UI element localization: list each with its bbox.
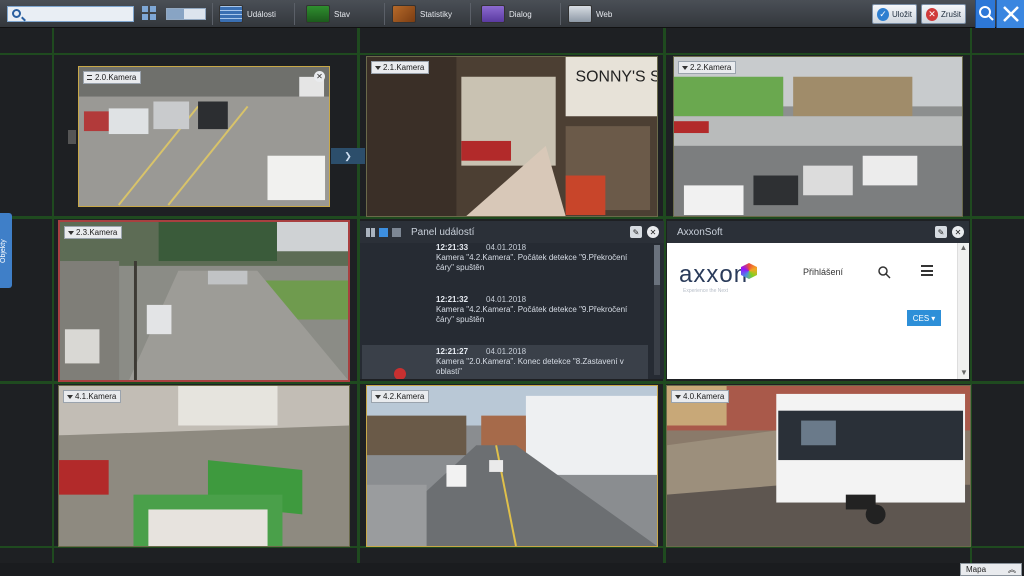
camera-label[interactable]: 4.0.Kamera: [671, 390, 730, 403]
web-icon: [568, 5, 592, 23]
dialog-button-label: Dialog: [509, 9, 532, 19]
list-view-icon[interactable]: [379, 227, 388, 237]
web-page-view[interactable]: axxon Experience the Next Přihlášení CES…: [667, 243, 969, 379]
camera-tile-4-1[interactable]: 4.1.Kamera: [58, 385, 350, 547]
events-panel-title: Panel událostí: [411, 226, 475, 238]
camera-tile-4-2[interactable]: 4.2.Kamera: [366, 385, 658, 547]
camera-label[interactable]: 2.3.Kamera: [64, 226, 123, 239]
statistics-button-label: Statistiky: [420, 9, 453, 19]
search-icon: [12, 9, 21, 18]
event-item[interactable]: 12:21:32 04.01.2018 Kamera "4.2.Kamera". …: [436, 295, 646, 325]
statistics-icon: [392, 5, 416, 23]
status-button[interactable]: Stav: [306, 4, 350, 24]
close-panel-icon[interactable]: ✕: [952, 226, 964, 238]
camera-tile-2-0[interactable]: 2.0.Kamera ✕: [68, 58, 338, 214]
layout-selector[interactable]: [166, 8, 206, 20]
status-icon: [306, 5, 330, 23]
web-button-label: Web: [596, 9, 613, 19]
events-panel-header: Panel událostí ✎ ✕: [360, 221, 664, 243]
camera-view-4-1: [59, 386, 349, 546]
events-list[interactable]: 12:21:33 04.01.2018 Kamera "4.2.Kamera". …: [360, 243, 664, 379]
web-button[interactable]: Web: [568, 4, 612, 24]
camera-tile-2-2[interactable]: 2.2.Kamera: [673, 56, 963, 217]
camera-view-2-2: [674, 57, 962, 216]
tile-expand-arrow-icon[interactable]: ❯: [331, 148, 365, 164]
camera-name: 2.3.Kamera: [76, 228, 118, 237]
camera-label[interactable]: 2.2.Kamera: [678, 61, 737, 74]
edit-icon[interactable]: ✎: [935, 226, 947, 238]
hamburger-menu-icon[interactable]: [921, 265, 933, 276]
camera-tile-4-0[interactable]: 4.0.Kamera: [666, 385, 971, 547]
close-icon: ✕: [926, 7, 938, 21]
camera-label[interactable]: 4.2.Kamera: [371, 390, 430, 403]
events-grid-icon: [219, 5, 243, 23]
browser-panel-header: AxxonSoft ✎ ✕: [667, 221, 969, 243]
chevron-up-icon: ︽: [1008, 565, 1016, 574]
magnifier-icon: [979, 6, 994, 21]
camera-name: 4.2.Kamera: [383, 392, 425, 401]
grid-view-icon[interactable]: [366, 227, 375, 237]
statistics-button[interactable]: Statistiky: [392, 4, 452, 24]
status-button-label: Stav: [334, 9, 351, 19]
settings-button[interactable]: [996, 0, 1024, 28]
edit-icon[interactable]: ✎: [630, 226, 642, 238]
tile-resize-handle-left[interactable]: [68, 130, 76, 144]
events-button[interactable]: Události: [219, 4, 276, 24]
events-scrollbar[interactable]: [654, 245, 660, 375]
close-tile-icon[interactable]: ✕: [314, 71, 325, 82]
axxon-logo[interactable]: axxon: [679, 261, 748, 289]
search-icon[interactable]: [877, 265, 891, 279]
events-panel: Panel událostí ✎ ✕ 12:21:33 04.01.2018 Ka…: [360, 221, 664, 379]
split-view-icon[interactable]: [392, 227, 401, 237]
camera-label[interactable]: 2.1.Kamera: [371, 61, 430, 74]
layout-grid-icon[interactable]: [142, 6, 158, 22]
event-item[interactable]: 12:21:27 04.01.2018 Kamera "2.0.Kamera". …: [436, 347, 646, 377]
save-button-label: Uložit: [891, 9, 912, 19]
camera-tile-2-1[interactable]: SONNY'S SIL 2.1.Kamera: [366, 56, 658, 217]
camera-label[interactable]: 4.1.Kamera: [63, 390, 122, 403]
dialog-icon: [481, 5, 505, 23]
login-link[interactable]: Přihlášení: [803, 267, 843, 277]
check-icon: ✓: [877, 7, 889, 21]
camera-view-4-0: [667, 386, 970, 546]
tools-icon: [1003, 6, 1019, 22]
map-button[interactable]: Mapa ︽: [960, 563, 1022, 576]
events-button-label: Události: [247, 9, 276, 19]
close-panel-icon[interactable]: ✕: [647, 226, 659, 238]
top-toolbar: Události Stav Statistiky Dialog Web ✓ Ul…: [0, 0, 1024, 28]
map-label: Mapa: [966, 565, 987, 574]
event-item[interactable]: 12:21:33 04.01.2018 Kamera "4.2.Kamera". …: [436, 243, 646, 273]
objects-side-tab[interactable]: Objekty: [0, 213, 12, 288]
camera-view-4-2: [367, 386, 657, 546]
camera-label[interactable]: 2.0.Kamera: [83, 71, 142, 84]
camera-name: 2.0.Kamera: [95, 73, 137, 82]
language-selector[interactable]: CES ▾: [907, 310, 941, 326]
camera-view-2-0: [79, 67, 329, 206]
camera-name: 4.0.Kamera: [683, 392, 725, 401]
dialog-button[interactable]: Dialog: [481, 4, 532, 24]
browser-panel: AxxonSoft ✎ ✕ axxon Experience the Next …: [667, 221, 969, 379]
camera-view-2-1: SONNY'S SIL: [367, 57, 657, 216]
cancel-button-label: Zrušit: [941, 9, 961, 19]
cancel-button[interactable]: ✕ Zrušit: [921, 4, 966, 24]
camera-name: 2.2.Kamera: [690, 63, 732, 72]
camera-tile-2-3[interactable]: 2.3.Kamera: [58, 220, 350, 382]
tagline-text: Experience the Next: [683, 288, 729, 294]
bottom-bar: [0, 563, 1024, 576]
app-window: Události Stav Statistiky Dialog Web ✓ Ul…: [0, 0, 1024, 576]
camera-view-2-3: [60, 222, 348, 380]
camera-name: 4.1.Kamera: [75, 392, 117, 401]
save-button[interactable]: ✓ Uložit: [872, 4, 917, 24]
svg-text:SONNY'S SIL: SONNY'S SIL: [576, 69, 657, 86]
alarm-icon: [394, 368, 406, 379]
search-input[interactable]: [7, 6, 134, 22]
search-mode-button[interactable]: [975, 0, 995, 28]
browser-panel-title: AxxonSoft: [677, 226, 723, 238]
camera-name: 2.1.Kamera: [383, 63, 425, 72]
objects-tab-label: Objekty: [0, 239, 7, 263]
web-scrollbar[interactable]: ▲ ▼: [957, 243, 969, 379]
